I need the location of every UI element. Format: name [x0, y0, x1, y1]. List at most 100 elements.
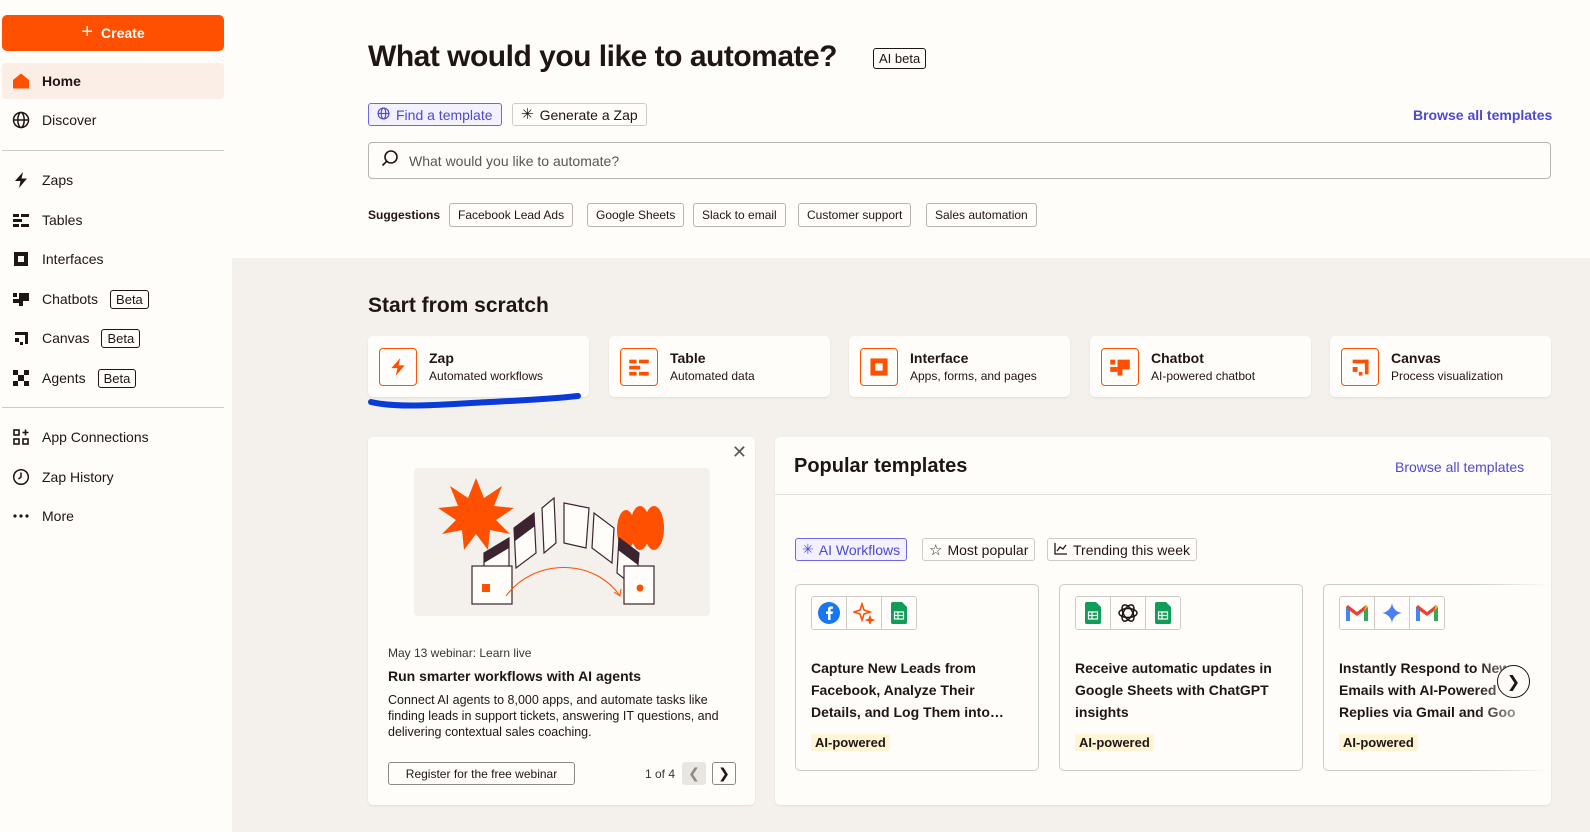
interface-icon: [860, 347, 898, 386]
chatbot-icon: [12, 290, 30, 308]
more-icon: [12, 507, 30, 525]
tab-label: Trending this week: [1073, 541, 1190, 558]
tab-label: AI Workflows: [818, 541, 901, 558]
app-connections-icon: [12, 428, 30, 446]
sparkle-icon: ✳: [521, 106, 534, 123]
ai-sparkle-icon: [846, 596, 882, 630]
scratch-card-table[interactable]: Table Automated data: [609, 336, 830, 397]
suggestion-chip[interactable]: Facebook Lead Ads: [449, 203, 574, 227]
sparkle-icon: ✳: [802, 541, 814, 557]
prev-button[interactable]: ❮: [682, 762, 706, 785]
sidebar-item-zaps[interactable]: Zaps: [2, 162, 224, 198]
suggestion-chip[interactable]: Google Sheets: [587, 203, 685, 227]
tab-most-popular[interactable]: ☆ Most popular: [922, 538, 1036, 561]
sidebar-item-label: Discover: [42, 112, 97, 128]
template-card[interactable]: Receive automatic updates in Google Shee…: [1059, 584, 1303, 771]
next-button[interactable]: ❯: [712, 762, 736, 785]
webinar-card: ✕ May 13 webinar: Learn live Run smarter…: [368, 437, 755, 805]
sidebar-item-zap-history[interactable]: Zap History: [2, 459, 224, 495]
template-card[interactable]: Capture New Leads from Facebook, Analyze…: [795, 584, 1039, 771]
webinar-illustration: [414, 468, 710, 616]
chevron-right-icon: ❯: [718, 765, 730, 781]
chatgpt-icon: [1110, 596, 1146, 630]
sidebar-divider: [2, 150, 224, 151]
chevron-left-icon: ❮: [688, 765, 700, 781]
ai-beta-badge: AI beta: [873, 48, 927, 69]
gemini-icon: [1374, 596, 1410, 630]
sidebar-item-home[interactable]: Home: [2, 63, 224, 99]
canvas-icon: [1341, 347, 1379, 386]
ai-powered-badge: AI-powered: [811, 734, 890, 751]
beta-badge: Beta: [110, 289, 149, 309]
gmail-icon: [1339, 596, 1375, 630]
ai-powered-badge: AI-powered: [1339, 734, 1418, 751]
scratch-card-title: Table: [670, 350, 706, 366]
browse-all-templates-link[interactable]: Browse all templates: [1395, 459, 1524, 475]
scratch-card-chatbot[interactable]: Chatbot AI-powered chatbot: [1090, 336, 1311, 397]
scratch-card-subtitle: Automated data: [670, 369, 755, 383]
pager-count: 1 of 4: [645, 767, 676, 781]
tab-find-a-template[interactable]: Find a template: [368, 103, 502, 126]
scratch-card-subtitle: Process visualization: [1391, 369, 1504, 383]
sidebar-item-label: Zap History: [42, 469, 114, 485]
sidebar-item-chatbots[interactable]: Chatbots Beta: [2, 281, 224, 317]
start-from-scratch-title: Start from scratch: [368, 294, 549, 317]
gmail-icon: [1409, 596, 1445, 630]
suggestion-chip[interactable]: Slack to email: [693, 203, 786, 227]
scratch-card-canvas[interactable]: Canvas Process visualization: [1330, 336, 1551, 397]
sidebar-item-app-connections[interactable]: App Connections: [2, 419, 224, 455]
tab-ai-workflows[interactable]: ✳ AI Workflows: [795, 538, 908, 561]
blue-scribble-underline: [368, 393, 581, 409]
popular-templates-title: Popular templates: [794, 455, 968, 477]
plus-icon: +: [81, 21, 94, 43]
search-icon: [381, 149, 399, 172]
close-icon[interactable]: ✕: [732, 442, 747, 463]
template-title: Capture New Leads from Facebook, Analyze…: [811, 660, 1004, 720]
register-webinar-button[interactable]: Register for the free webinar: [388, 762, 575, 785]
tab-trending-this-week[interactable]: Trending this week: [1047, 538, 1197, 561]
sidebar-item-discover[interactable]: Discover: [2, 102, 224, 138]
tab-label: Find a template: [396, 106, 493, 123]
suggestion-chip[interactable]: Sales automation: [926, 203, 1037, 227]
sidebar-item-label: Home: [42, 73, 81, 89]
scratch-card-interface[interactable]: Interface Apps, forms, and pages: [849, 336, 1070, 397]
ai-powered-badge: AI-powered: [1075, 734, 1154, 751]
star-icon: ☆: [929, 541, 943, 559]
suggestion-chip[interactable]: Customer support: [798, 203, 912, 227]
scratch-card-title: Canvas: [1391, 350, 1441, 366]
popular-templates-panel: Popular templates Browse all templates ✳…: [775, 437, 1551, 805]
sidebar-item-tables[interactable]: Tables: [2, 202, 224, 238]
carousel-next-button[interactable]: ❯: [1497, 665, 1530, 698]
zap-bolt-icon: [379, 347, 417, 386]
scratch-card-title: Zap: [429, 350, 454, 366]
sidebar-item-label: Canvas: [42, 330, 90, 346]
browse-all-templates-link[interactable]: Browse all templates: [1413, 107, 1552, 123]
template-app-icons: [1075, 596, 1181, 630]
sidebar-item-more[interactable]: More: [2, 498, 224, 534]
suggestions-label: Suggestions: [368, 208, 441, 222]
sidebar-divider: [2, 407, 224, 408]
sidebar-item-agents[interactable]: Agents Beta: [2, 360, 224, 396]
search-input[interactable]: [409, 152, 1509, 169]
sidebar-item-canvas[interactable]: Canvas Beta: [2, 320, 224, 356]
tab-generate-a-zap[interactable]: ✳ Generate a Zap: [512, 103, 647, 126]
beta-badge: Beta: [101, 328, 141, 348]
webinar-eyebrow: May 13 webinar: Learn live: [388, 646, 532, 660]
create-button[interactable]: + Create: [2, 15, 224, 51]
sidebar-item-interfaces[interactable]: Interfaces: [2, 241, 224, 277]
beta-badge: Beta: [97, 368, 137, 388]
search-box: [368, 142, 1551, 179]
template-title: Receive automatic updates in Google Shee…: [1075, 660, 1272, 720]
sidebar-item-label: Interfaces: [42, 251, 104, 267]
template-app-icons: [811, 596, 917, 630]
sidebar-item-label: Tables: [42, 212, 83, 228]
sidebar-item-label: More: [42, 508, 74, 524]
bolt-icon: [12, 171, 30, 189]
panel-divider: [775, 494, 1551, 495]
scratch-card-subtitle: Automated workflows: [429, 369, 544, 383]
globe-icon: [12, 111, 30, 129]
scratch-card-subtitle: Apps, forms, and pages: [910, 369, 1037, 383]
canvas-icon: [12, 329, 30, 347]
home-icon: [12, 72, 30, 90]
sidebar-item-label: Agents: [42, 370, 86, 386]
